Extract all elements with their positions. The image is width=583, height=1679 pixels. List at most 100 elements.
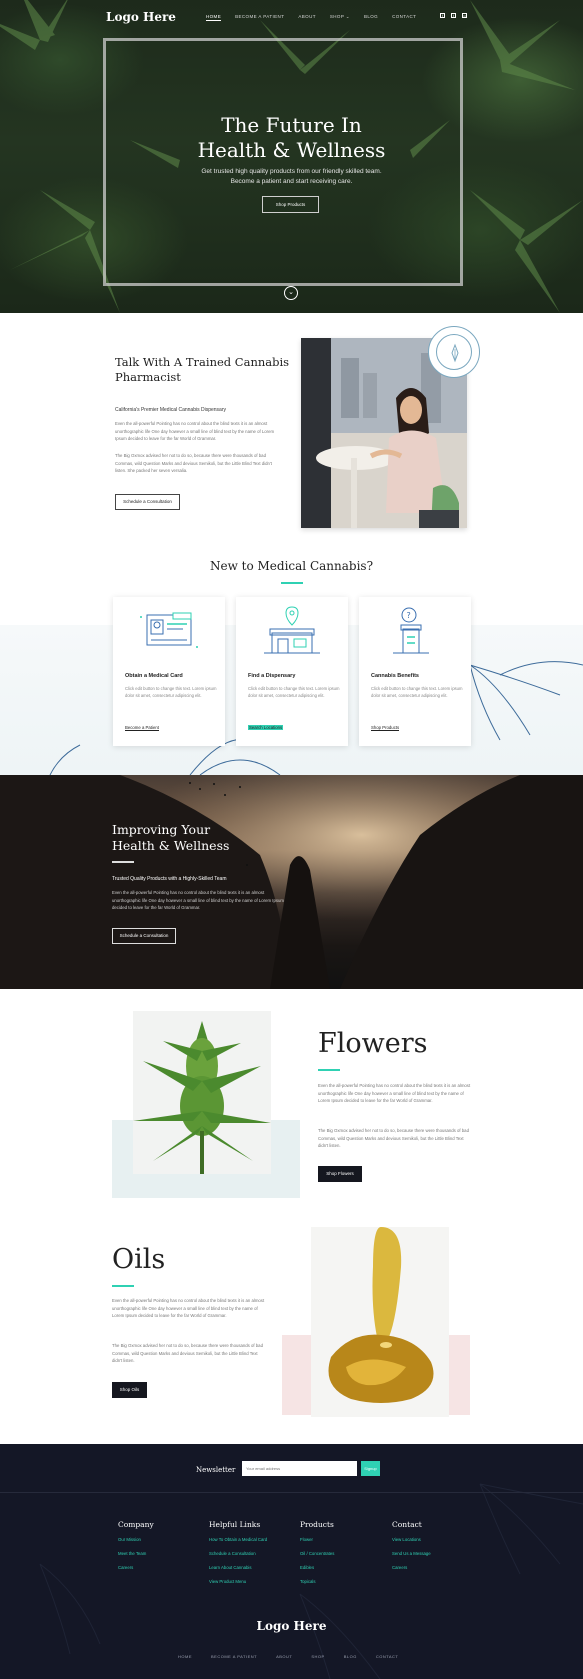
newsletter-label: Newsletter: [196, 1466, 236, 1474]
pharmacist-subtitle: California's Premier Medical Cannabis Di…: [115, 407, 226, 413]
twitter-icon[interactable]: t: [451, 13, 456, 18]
shop-products-button[interactable]: Shop Products: [262, 196, 319, 213]
oils-accent-line: [112, 1285, 134, 1287]
footer: [0, 1444, 583, 1679]
footer-divider: [0, 1492, 583, 1493]
improving-section: [0, 775, 583, 989]
improving-title-line1: Improving Your: [112, 822, 211, 837]
footer-link[interactable]: Send Us a Message: [392, 1551, 431, 1556]
pharmacist-title: Talk With A Trained Cannabis Pharmacist: [115, 355, 289, 385]
newsletter-signup-button[interactable]: Signup: [361, 1461, 380, 1476]
nav-item-shop[interactable]: SHOP ⌄: [330, 14, 350, 21]
hero-subtitle: Get trusted high quality products from o…: [0, 167, 583, 187]
hero-title: The Future In Health & Wellness: [0, 113, 583, 163]
mountain-sunset-photo: [0, 775, 583, 989]
nav-item-blog[interactable]: BLOG: [364, 14, 378, 21]
footer-link[interactable]: Schedule a Consultation: [209, 1551, 267, 1556]
nav-item-home[interactable]: HOME: [206, 14, 222, 21]
cannabis-benefits-icon: ?: [393, 607, 429, 654]
shop-products-link[interactable]: Shop Products: [371, 725, 400, 731]
oils-product-image: [311, 1227, 449, 1417]
nav-item-become-patient[interactable]: BECOME A PATIENT: [235, 14, 284, 21]
footer-link[interactable]: Careers: [392, 1565, 431, 1570]
hero-subtitle-line1: Get trusted high quality products from o…: [201, 168, 382, 175]
dispensary-seal-icon: [428, 326, 480, 378]
footer-link[interactable]: Flower: [300, 1537, 334, 1542]
footer-col-products: Products Flower Oil / Concentrates Edibl…: [300, 1520, 334, 1593]
search-locations-link[interactable]: Search Locations: [248, 725, 284, 730]
header-logo[interactable]: Logo Here: [106, 10, 176, 24]
improving-divider: [112, 861, 134, 863]
footer-nav-about[interactable]: ABOUT: [276, 1654, 292, 1659]
oils-paragraph-1: Even the all-powerful Pointing has no co…: [112, 1298, 265, 1318]
title-accent-line: [281, 582, 303, 584]
newsletter-email-input[interactable]: [242, 1461, 357, 1476]
improving-subtitle: Trusted Quality Products with a Highly-S…: [112, 876, 227, 882]
hero-subtitle-line2: Become a patient and start receiving car…: [230, 178, 353, 185]
hero-title-line1: The Future In: [221, 113, 362, 137]
nav-item-about[interactable]: ABOUT: [298, 14, 316, 21]
improving-title: Improving Your Health & Wellness: [112, 822, 229, 854]
footer-leaf-pattern: [39, 1483, 583, 1679]
shop-oils-button[interactable]: Shop Oils: [112, 1382, 147, 1398]
footer-col-title: Company: [118, 1520, 154, 1529]
pharmacist-paragraph-1: Even the all-powerful Pointing has no co…: [115, 421, 275, 441]
footer-col-company: Company Our Mission Meet the Team Career…: [118, 1520, 154, 1579]
flowers-product-image: [133, 1011, 271, 1174]
footer-nav-home[interactable]: HOME: [178, 1654, 192, 1659]
footer-nav-become-patient[interactable]: BECOME A PATIENT: [211, 1654, 257, 1659]
become-patient-link[interactable]: Become a Patient: [125, 725, 159, 731]
footer-link[interactable]: How To Obtain a Medical Card: [209, 1537, 267, 1542]
footer-link[interactable]: Edibles: [300, 1565, 334, 1570]
footer-link[interactable]: View Locations: [392, 1537, 431, 1542]
oil-drip-illustration: [328, 1227, 434, 1403]
card-text: Click edit button to change this text. L…: [371, 686, 463, 698]
footer-link[interactable]: Learn About Cannabis: [209, 1565, 267, 1570]
footer-nav: HOME BECOME A PATIENT ABOUT SHOP BLOG CO…: [178, 1654, 417, 1659]
schedule-consultation-button[interactable]: Schedule a Consultation: [115, 494, 180, 510]
card-cannabis-benefits: ? Cannabis Benefits Click edit button to…: [359, 597, 471, 746]
schedule-consultation-button-2[interactable]: Schedule a Consultation: [112, 928, 176, 944]
flowers-paragraph-1: Even the all-powerful Pointing has no co…: [318, 1083, 471, 1103]
dispensary-location-icon: [264, 606, 320, 654]
pharmacist-title-line2: Pharmacist: [115, 370, 181, 384]
card-text: Click edit button to change this text. L…: [125, 686, 217, 698]
improving-paragraph: Even the all-powerful Pointing has no co…: [112, 890, 284, 910]
footer-nav-blog[interactable]: BLOG: [344, 1654, 357, 1659]
footer-link[interactable]: Topicals: [300, 1579, 334, 1584]
flowers-paragraph-2: The Big Oxmox advised her not to do so, …: [318, 1128, 469, 1148]
footer-col-title: Helpful Links: [209, 1520, 261, 1529]
footer-col-title: Contact: [392, 1520, 422, 1529]
card-title: Obtain a Medical Card: [125, 673, 183, 679]
oils-paragraph-2: The Big Oxmox advised her not to do so, …: [112, 1343, 263, 1363]
instagram-icon[interactable]: o: [462, 13, 467, 18]
pharmacist-title-line1: Talk With A Trained Cannabis: [115, 355, 290, 369]
footer-nav-shop[interactable]: SHOP: [311, 1654, 324, 1659]
pharmacist-paragraph-2: The Big Oxmox advised her not to do so, …: [115, 453, 272, 473]
footer-link[interactable]: Meet the Team: [118, 1551, 154, 1556]
card-title: Find a Dispensary: [248, 673, 296, 679]
svg-text:?: ?: [407, 611, 411, 620]
footer-nav-contact[interactable]: CONTACT: [376, 1654, 399, 1659]
footer-link[interactable]: Oil / Concentrates: [300, 1551, 334, 1556]
footer-link[interactable]: Careers: [118, 1565, 154, 1570]
id-card-icon: [140, 612, 198, 648]
shop-flowers-button[interactable]: Shop Flowers: [318, 1166, 362, 1182]
oils-title: Oils: [112, 1244, 166, 1275]
flowers-accent-line: [318, 1069, 340, 1071]
cannabis-plant-illustration: [133, 1021, 271, 1174]
footer-link[interactable]: Our Mission: [118, 1537, 154, 1542]
facebook-icon[interactable]: f: [440, 13, 445, 18]
footer-link[interactable]: View Product Menu: [209, 1579, 267, 1584]
chevron-down-icon[interactable]: ⌄: [284, 286, 298, 300]
social-links: f t o: [440, 13, 467, 18]
flowers-title: Flowers: [318, 1028, 428, 1059]
nav-item-contact[interactable]: CONTACT: [392, 14, 416, 21]
footer-logo[interactable]: Logo Here: [0, 1619, 583, 1633]
footer-col-contact: Contact View Locations Send Us a Message…: [392, 1520, 431, 1579]
footer-col-helpful-links: Helpful Links How To Obtain a Medical Ca…: [209, 1520, 267, 1593]
main-nav: HOME BECOME A PATIENT ABOUT SHOP ⌄ BLOG …: [206, 14, 430, 21]
new-to-cannabis-title: New to Medical Cannabis?: [209, 559, 374, 573]
card-find-dispensary: Find a Dispensary Click edit button to c…: [236, 597, 348, 746]
card-text: Click edit button to change this text. L…: [248, 686, 340, 698]
